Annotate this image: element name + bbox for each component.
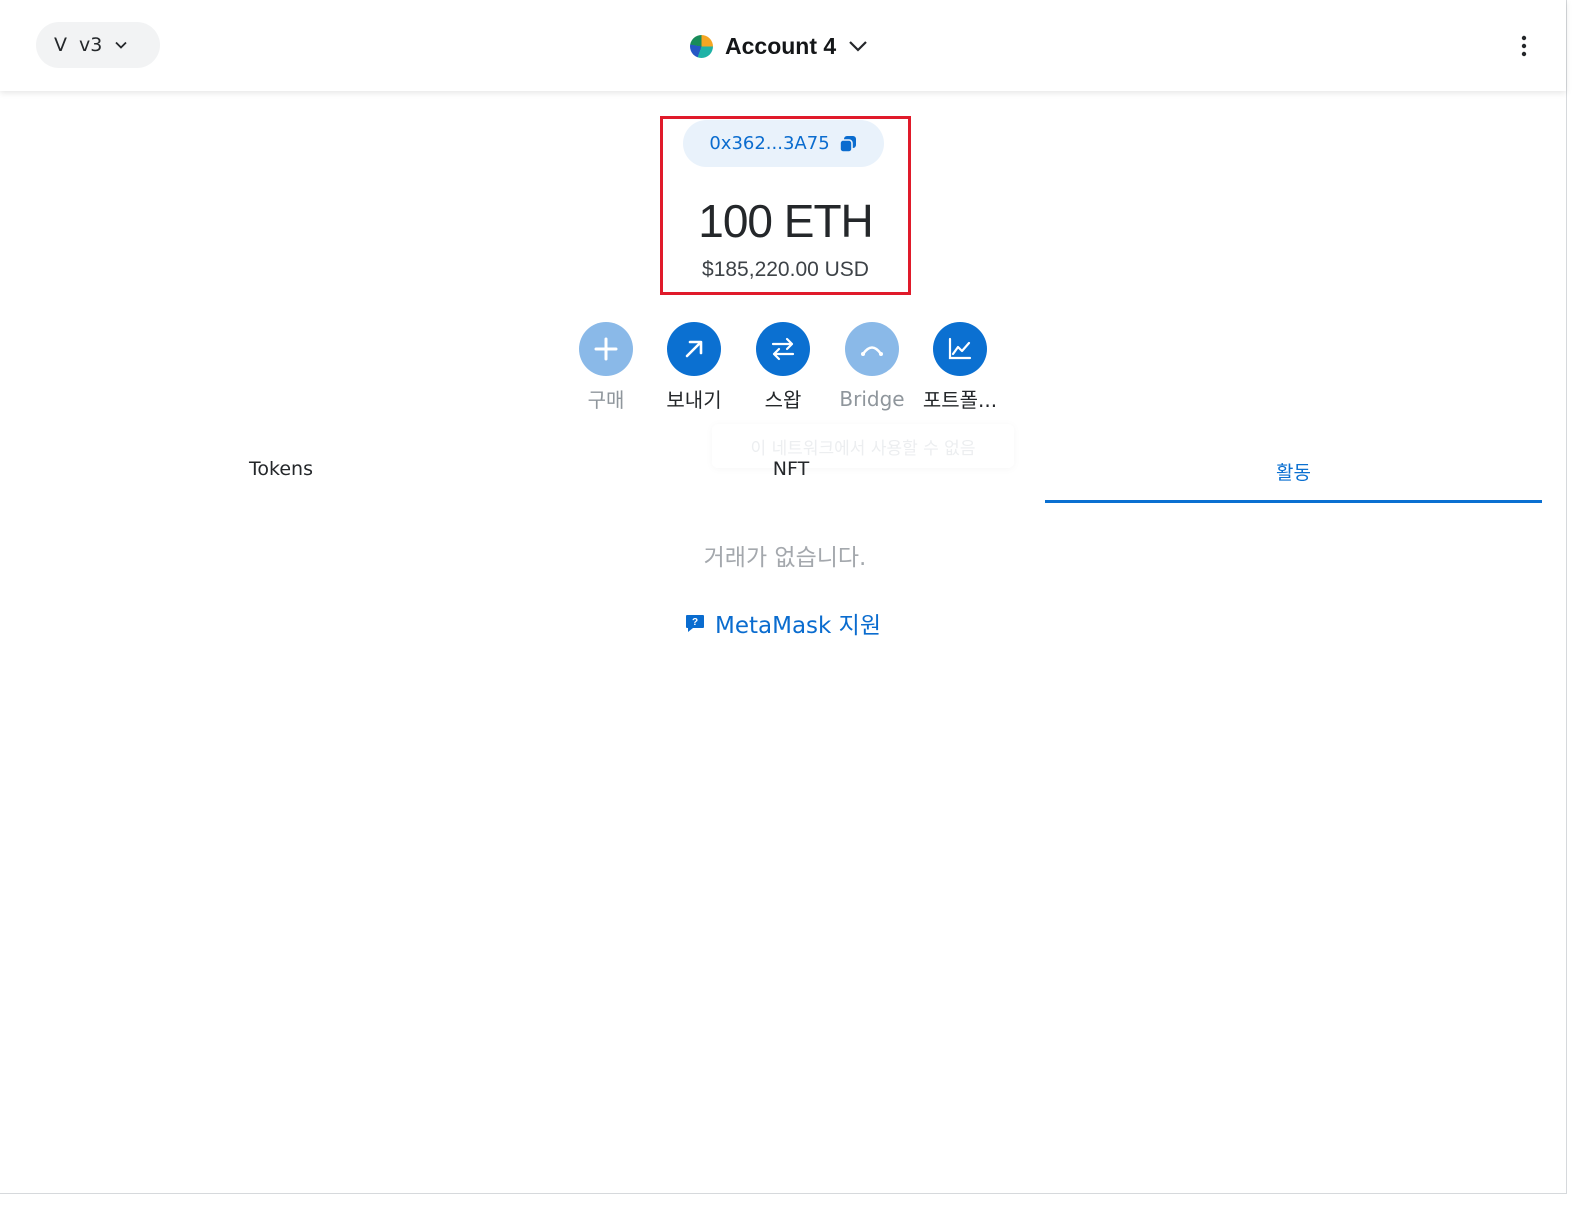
- portfolio-label: 포트폴...: [922, 388, 998, 412]
- copy-icon: [838, 135, 856, 153]
- metamask-support-link[interactable]: ? MetaMask 지원: [684, 606, 881, 640]
- svg-text:?: ?: [692, 617, 698, 628]
- account-avatar: [690, 34, 713, 58]
- swap-button-circle: [756, 322, 810, 376]
- portfolio-button-circle: [933, 322, 987, 376]
- network-letter: V: [54, 34, 67, 56]
- swap-label: 스왑: [764, 388, 802, 412]
- tab-nft-label: NFT: [772, 458, 810, 480]
- swap-button[interactable]: 스왑: [738, 322, 828, 413]
- buy-label: 구매: [587, 388, 625, 412]
- send-button-circle: [667, 322, 721, 376]
- buy-button-circle: [579, 322, 633, 376]
- account-address: 0x362...3A75: [709, 133, 830, 154]
- fiat-balance: $185,220.00 USD: [702, 258, 869, 281]
- chevron-down-icon: [849, 41, 867, 52]
- eth-balance: 100 ETH: [698, 195, 874, 247]
- account-selector[interactable]: Account 4: [690, 30, 868, 62]
- chart-icon: [948, 337, 972, 360]
- tab-nft[interactable]: NFT: [540, 458, 1042, 502]
- empty-activity-message: 거래가 없습니다.: [703, 545, 867, 571]
- app-header: V v3 Account 4: [0, 0, 1566, 91]
- buy-button[interactable]: 구매: [561, 322, 651, 413]
- bridge-button[interactable]: Bridge: [827, 322, 917, 411]
- active-tab-indicator: [1045, 500, 1542, 503]
- network-name: v3: [79, 34, 103, 56]
- bridge-label: Bridge: [839, 387, 905, 411]
- chevron-down-icon: [115, 41, 127, 49]
- help-chat-icon: ?: [686, 615, 704, 632]
- send-label: 보내기: [666, 388, 722, 412]
- plus-icon: [594, 337, 618, 361]
- account-address-button[interactable]: 0x362...3A75: [683, 120, 884, 167]
- bridge-button-circle: [845, 322, 899, 376]
- kebab-menu-icon[interactable]: [1515, 33, 1533, 59]
- bridge-icon: [861, 346, 883, 356]
- tab-activity[interactable]: 활동: [1045, 458, 1542, 502]
- portfolio-button[interactable]: 포트폴...: [915, 322, 1005, 413]
- tab-activity-label: 활동: [1276, 462, 1311, 484]
- network-selector[interactable]: V v3: [36, 22, 160, 68]
- swap-arrows-icon: [771, 337, 795, 361]
- tab-tokens[interactable]: Tokens: [30, 458, 532, 502]
- account-name: Account 4: [725, 32, 837, 59]
- send-button[interactable]: 보내기: [649, 322, 739, 413]
- tab-tokens-label: Tokens: [249, 458, 313, 480]
- arrow-up-right-icon: [685, 340, 703, 358]
- support-link-label: MetaMask 지원: [715, 613, 881, 639]
